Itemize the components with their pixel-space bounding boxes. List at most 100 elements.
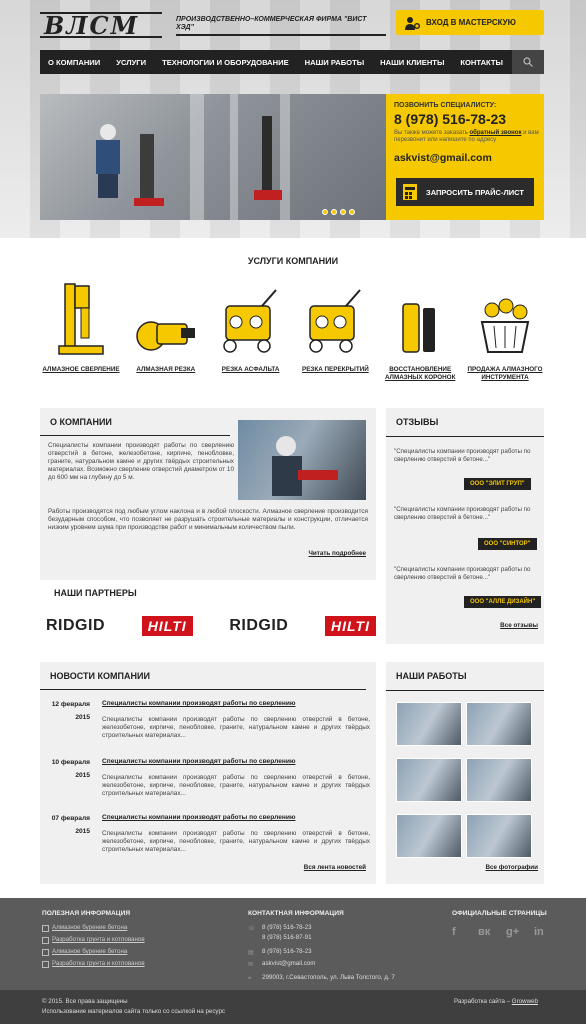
copyright-bar: © 2015. Все права защищены Использование… bbox=[0, 990, 586, 1024]
nav-item-technology[interactable]: ТЕХНОЛОГИИ И ОБОРУДОВАНИЕ bbox=[154, 58, 297, 67]
shopping-basket-icon bbox=[470, 280, 540, 356]
service-label: РЕЗКА ПЕРЕКРЫТИЙ bbox=[302, 366, 369, 373]
developer-credit: Разработка сайта – Growweb bbox=[454, 998, 538, 1005]
work-photo[interactable] bbox=[396, 814, 462, 858]
partners-logos: RIDGID HILTI RIDGID HILTI bbox=[46, 616, 376, 636]
all-news-link[interactable]: Вся лента новостей bbox=[304, 864, 366, 871]
news-day: 07 февраля bbox=[51, 815, 90, 822]
linkedin-icon[interactable]: in bbox=[534, 926, 544, 938]
worker-gear-icon bbox=[404, 15, 420, 31]
news-text: Специалисты компании производят работы п… bbox=[102, 830, 370, 853]
review-author[interactable]: ООО "СИНТОР" bbox=[478, 538, 537, 550]
partner-logo-hilti[interactable]: HILTI bbox=[141, 616, 193, 636]
news-year: 2015 bbox=[75, 772, 90, 779]
nav-item-services[interactable]: УСЛУГИ bbox=[108, 58, 154, 67]
reviews-title: ОТЗЫВЫ bbox=[396, 417, 439, 427]
review-text: "Специалисты компании производят работы … bbox=[394, 448, 531, 463]
work-photo[interactable] bbox=[396, 702, 462, 746]
partner-logo-ridgid[interactable]: RIDGID bbox=[229, 617, 288, 635]
service-label: АЛМАЗНАЯ РЕЗКА bbox=[136, 366, 196, 373]
useful-info-title: ПОЛЕЗНАЯ ИНФОРМАЦИЯ bbox=[42, 910, 131, 917]
news-headline[interactable]: Специалисты компании производят работы п… bbox=[102, 700, 296, 707]
developer-link[interactable]: Growweb bbox=[512, 998, 538, 1005]
news-date: 10 февраля 2015 bbox=[48, 756, 90, 782]
about-photo bbox=[238, 420, 366, 500]
floor-saw-icon bbox=[300, 280, 370, 356]
hero-slider[interactable] bbox=[40, 94, 386, 220]
work-photo[interactable] bbox=[466, 814, 532, 858]
review-author[interactable]: ООО "ЭЛИТ ГРУП" bbox=[464, 478, 531, 490]
request-price-button[interactable]: ЗАПРОСИТЬ ПРАЙС-ЛИСТ bbox=[396, 178, 534, 206]
slider-dot[interactable] bbox=[349, 209, 355, 215]
drill-rig-icon bbox=[46, 280, 116, 356]
google-plus-icon[interactable]: g+ bbox=[506, 926, 519, 938]
call-phone[interactable]: 8 (978) 516-78-23 bbox=[394, 111, 544, 127]
copyright-note: Использование материалов сайта только со… bbox=[42, 1008, 225, 1015]
news-headline[interactable]: Специалисты компании производят работы п… bbox=[102, 814, 296, 821]
review-text: "Специалисты компании производят работы … bbox=[394, 506, 531, 521]
footer-address: 299003, г.Севастополь, ул. Льва Толстого… bbox=[262, 974, 395, 981]
partner-logo-ridgid[interactable]: RIDGID bbox=[46, 617, 105, 635]
news-panel: НОВОСТИ КОМПАНИИ 12 февраля 2015 Специали… bbox=[40, 662, 376, 884]
about-paragraph-2: Работы производятся под любым углом накл… bbox=[48, 508, 368, 531]
reviews-panel: ОТЗЫВЫ "Специалисты компании производят … bbox=[386, 408, 544, 644]
news-date: 12 февраля 2015 bbox=[48, 698, 90, 724]
facebook-icon[interactable]: f bbox=[452, 926, 456, 938]
footer-email[interactable]: askvist@gmail.com bbox=[262, 960, 315, 967]
services-title: УСЛУГИ КОМПАНИИ bbox=[247, 256, 339, 266]
all-photos-link[interactable]: Все фотографии bbox=[486, 864, 539, 871]
callback-link[interactable]: обратный звонок bbox=[470, 130, 522, 136]
nav-item-contacts[interactable]: КОНТАКТЫ bbox=[452, 58, 511, 67]
service-crown-restoration[interactable]: ВОССТАНОВЛЕНИЕ АЛМАЗНЫХ КОРОНОК bbox=[379, 280, 461, 382]
footer-link[interactable]: Разработка грунта и котлованов bbox=[42, 936, 145, 944]
nav-item-clients[interactable]: НАШИ КЛИЕНТЫ bbox=[372, 58, 452, 67]
news-text: Специалисты компании производят работы п… bbox=[102, 716, 370, 739]
logo[interactable]: ВЛСМ bbox=[40, 11, 162, 40]
read-more-link[interactable]: Читать подробнее bbox=[308, 550, 366, 557]
news-year: 2015 bbox=[75, 714, 90, 721]
nav-item-about[interactable]: О КОМПАНИИ bbox=[40, 58, 108, 67]
reviews-divider bbox=[386, 436, 544, 437]
social-title: ОФИЦИАЛЬНЫЕ СТРАНИЦЫ bbox=[452, 910, 547, 917]
service-asphalt-cutting[interactable]: РЕЗКА АСФАЛЬТА bbox=[210, 280, 292, 382]
footer-link[interactable]: Алмазное бурение бетона bbox=[42, 924, 127, 932]
about-paragraph-1: Специалисты компании производят работы п… bbox=[48, 442, 234, 481]
footer-fax: 8 (978) 516-78-23 bbox=[262, 948, 312, 955]
service-label: ПРОДАЖА АЛМАЗНОГО ИНСТРУМЕНТА bbox=[467, 366, 543, 381]
service-diamond-drilling[interactable]: АЛМАЗНОЕ СВЕРЛЕНИЕ bbox=[40, 280, 122, 382]
slider-dots bbox=[322, 209, 355, 215]
work-photo[interactable] bbox=[466, 758, 532, 802]
vk-icon[interactable]: вк bbox=[478, 926, 490, 938]
service-tool-sales[interactable]: ПРОДАЖА АЛМАЗНОГО ИНСТРУМЕНТА bbox=[464, 280, 546, 382]
review-author[interactable]: ООО "АЛЛЕ ДИЗАЙН" bbox=[464, 596, 542, 608]
news-title: НОВОСТИ КОМПАНИИ bbox=[40, 662, 366, 690]
call-label: ПОЗВОНИТЬ СПЕЦИАЛИСТУ: bbox=[394, 102, 497, 109]
call-email[interactable]: askvist@gmail.com bbox=[394, 152, 544, 164]
partner-logo-hilti[interactable]: HILTI bbox=[325, 616, 376, 636]
footer-link[interactable]: Разработка грунта и котлованов bbox=[42, 960, 145, 968]
service-diamond-cutting[interactable]: АЛМАЗНАЯ РЕЗКА bbox=[125, 280, 207, 382]
location-icon: ⌖ bbox=[248, 975, 252, 982]
service-slab-cutting[interactable]: РЕЗКА ПЕРЕКРЫТИЙ bbox=[294, 280, 376, 382]
footer-link[interactable]: Алмазное бурение бетона bbox=[42, 948, 127, 956]
nav-item-works[interactable]: НАШИ РАБОТЫ bbox=[297, 58, 373, 67]
news-day: 10 февраля bbox=[51, 759, 90, 766]
drill-crown-icon bbox=[385, 280, 455, 356]
logo-tagline: ПРОИЗВОДСТВЕННО–КОММЕРЧЕСКАЯ ФИРМА "ВИСТ… bbox=[176, 16, 367, 31]
work-photo[interactable] bbox=[396, 758, 462, 802]
work-photo[interactable] bbox=[466, 702, 532, 746]
services-grid: АЛМАЗНОЕ СВЕРЛЕНИЕ АЛМАЗНАЯ РЕЗКА РЕЗКА … bbox=[40, 280, 546, 382]
workshop-login-button[interactable]: ВХОД В МАСТЕРСКУЮ bbox=[396, 10, 544, 35]
service-label: АЛМАЗНОЕ СВЕРЛЕНИЕ bbox=[42, 366, 120, 373]
all-reviews-link[interactable]: Все отзывы bbox=[500, 622, 538, 629]
works-divider bbox=[386, 690, 544, 691]
news-headline[interactable]: Специалисты компании производят работы п… bbox=[102, 758, 296, 765]
worker-illustration bbox=[96, 116, 282, 206]
footer-phone[interactable]: 8 (978) 516-78-23 bbox=[262, 924, 312, 931]
search-button[interactable] bbox=[512, 50, 544, 74]
logo-underline bbox=[176, 34, 386, 36]
footer-phone[interactable]: 8 (978) 516-87-91 bbox=[262, 934, 312, 941]
slider-dot[interactable] bbox=[322, 209, 328, 215]
slider-dot[interactable] bbox=[340, 209, 346, 215]
slider-dot[interactable] bbox=[331, 209, 337, 215]
